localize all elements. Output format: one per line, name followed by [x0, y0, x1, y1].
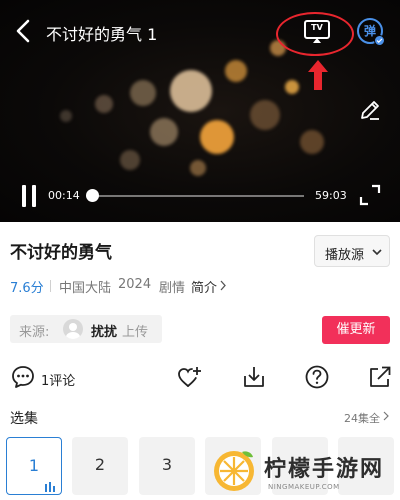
episode-number: 2 [94, 455, 106, 474]
bokeh-light [200, 120, 234, 154]
bokeh-light [250, 100, 280, 130]
uploader-prefix: 来源: [19, 325, 50, 340]
total-time: 59:03 [315, 189, 347, 202]
region: 中国大陆 [59, 281, 112, 296]
urge-update-button[interactable]: 催更新 [322, 316, 390, 344]
player-title: 不讨好的勇气 1 [46, 25, 158, 44]
check-badge-icon [374, 35, 385, 46]
rating: 7.6分 [10, 281, 44, 296]
bokeh-light [60, 110, 72, 122]
share-icon[interactable] [367, 364, 393, 390]
chevron-down-icon [372, 249, 382, 256]
progress-thumb[interactable] [86, 189, 100, 202]
intro-link[interactable]: 简介 [191, 277, 217, 296]
play-source-button[interactable]: 播放源 [314, 235, 390, 267]
download-icon[interactable] [241, 364, 267, 390]
playback-controls: 00:14 59:03 [0, 180, 400, 212]
uploader-info[interactable]: 来源: 扰扰 上传 [10, 315, 162, 343]
comment-count[interactable]: 1评论 [41, 370, 75, 389]
episodes-total[interactable]: 24集全 [344, 410, 380, 426]
lemon-logo-icon [214, 451, 254, 491]
current-time: 00:14 [48, 189, 80, 202]
bokeh-light [225, 60, 247, 82]
bokeh-light [170, 70, 212, 112]
back-arrow-icon[interactable] [14, 18, 34, 44]
danmaku-toggle[interactable]: 弹 [357, 18, 385, 46]
genre: 剧情 [159, 281, 186, 296]
bokeh-light [285, 80, 299, 94]
red-up-arrow-icon [308, 60, 328, 90]
help-icon[interactable] [304, 364, 330, 390]
edit-pencil-icon[interactable] [358, 98, 382, 122]
bokeh-light [95, 95, 113, 113]
play-source-label: 播放源 [325, 248, 365, 263]
episode-item-1[interactable]: 1 [6, 437, 62, 495]
episode-number: 1 [28, 456, 40, 475]
comment-icon[interactable] [10, 364, 36, 390]
video-player[interactable]: 不讨好的勇气 1 TV 弹 00:14 59:03 [0, 0, 400, 222]
tv-cast-button[interactable]: TV [303, 19, 331, 45]
episode-item-3[interactable]: 3 [139, 437, 195, 495]
episode-item-2[interactable]: 2 [72, 437, 128, 495]
user-avatar-icon [66, 323, 80, 339]
tv-label: TV [311, 23, 323, 32]
favorite-add-icon[interactable] [176, 364, 202, 390]
show-title: 不讨好的勇气 [10, 243, 112, 263]
watermark-text: 柠檬手游网 [264, 457, 385, 482]
show-meta: 7.6分 中国大陆 2024 剧情 简介 [10, 277, 390, 297]
playing-bars-icon [45, 482, 57, 492]
year: 2024 [118, 277, 152, 292]
episode-number: 3 [161, 455, 173, 474]
bokeh-light [190, 160, 206, 176]
bokeh-light [120, 150, 140, 170]
divider [50, 280, 51, 292]
uploader-suffix: 上传 [122, 325, 149, 340]
bokeh-light [150, 118, 178, 146]
uploader-name: 扰扰 [91, 325, 118, 340]
site-watermark: 柠檬手游网 NINGMAKEUP.COM [208, 445, 394, 497]
watermark-subtext: NINGMAKEUP.COM [268, 483, 340, 491]
progress-track[interactable] [90, 195, 304, 197]
bokeh-light [300, 130, 324, 154]
avatar [63, 319, 83, 339]
chevron-right-icon [220, 280, 226, 291]
pause-icon[interactable] [20, 185, 38, 207]
chevron-right-icon [383, 411, 389, 421]
episodes-heading: 选集 [10, 411, 38, 427]
bokeh-light [130, 80, 156, 106]
fullscreen-icon[interactable] [359, 184, 381, 206]
action-bar: 1评论 [0, 362, 400, 394]
